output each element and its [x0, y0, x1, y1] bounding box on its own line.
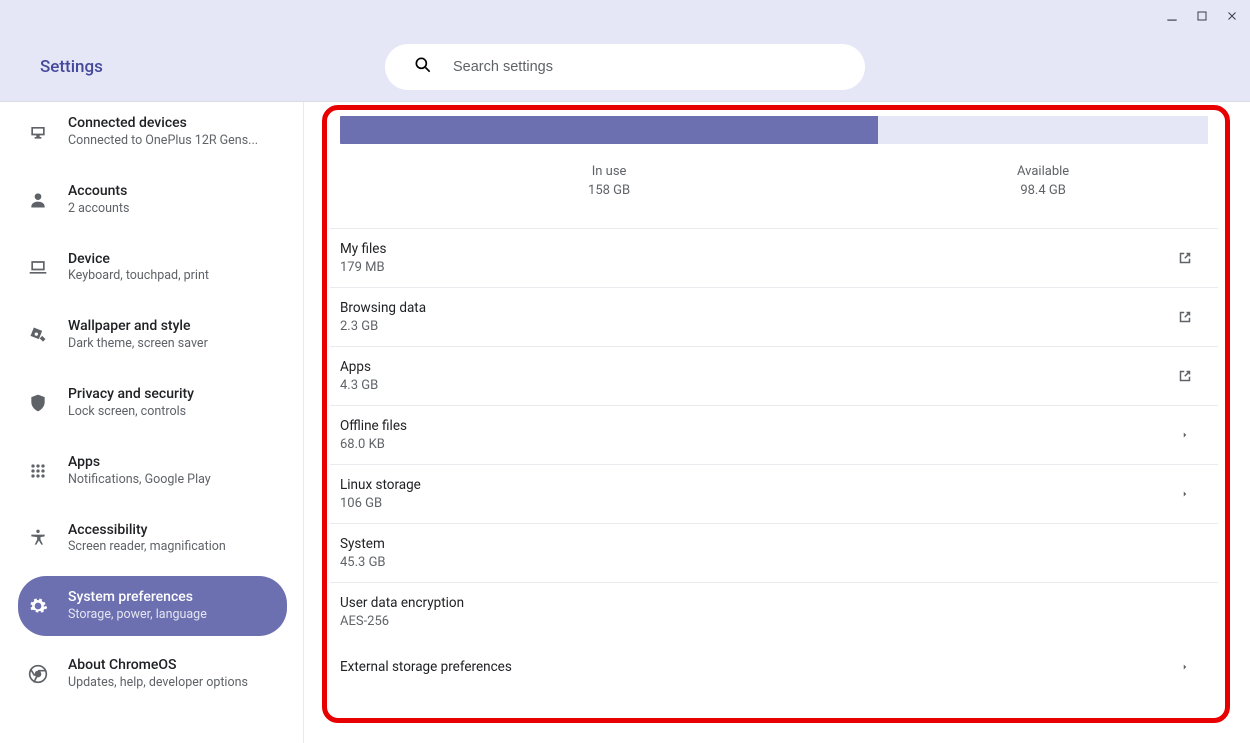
row-title: External storage preferences	[340, 659, 512, 675]
sidebar-item-sub: Lock screen, controls	[68, 404, 194, 421]
row-sub: 2.3 GB	[340, 319, 426, 334]
sidebar-item-label: Privacy and security	[68, 385, 194, 404]
storage-row-encryption: User data encryption AES-256	[330, 583, 1218, 641]
sidebar-item-sub: Screen reader, magnification	[68, 539, 226, 556]
sidebar-item-device[interactable]: DeviceKeyboard, touchpad, print	[18, 238, 287, 298]
row-sub: 68.0 KB	[340, 437, 407, 452]
sidebar-item-label: Apps	[68, 453, 211, 472]
sidebar-item-connected-devices[interactable]: Connected devicesConnected to OnePlus 12…	[18, 102, 287, 162]
row-title: Browsing data	[340, 300, 426, 316]
window-titlebar	[0, 0, 1250, 32]
row-sub: 179 MB	[340, 260, 386, 275]
search-icon	[413, 55, 433, 79]
sidebar-item-privacy[interactable]: Privacy and securityLock screen, control…	[18, 373, 287, 433]
shield-icon	[28, 393, 48, 413]
external-storage-preferences-row[interactable]: External storage preferences	[330, 645, 1218, 688]
window-close-button[interactable]	[1222, 6, 1242, 26]
chevron-right-icon	[1174, 424, 1196, 446]
sidebar-item-sub: Storage, power, language	[68, 607, 207, 624]
sidebar-item-sub: 2 accounts	[68, 201, 129, 218]
storage-row-system: System 45.3 GB	[330, 524, 1218, 583]
search-input[interactable]	[453, 59, 837, 75]
row-sub: 45.3 GB	[340, 555, 386, 570]
window-maximize-button[interactable]	[1192, 6, 1212, 26]
row-title: Apps	[340, 359, 378, 375]
sidebar-item-label: System preferences	[68, 588, 207, 607]
external-link-icon	[1174, 365, 1196, 387]
row-title: Offline files	[340, 418, 407, 434]
available-value: 98.4 GB	[878, 183, 1208, 198]
chrome-icon	[28, 664, 48, 684]
sidebar-item-label: Connected devices	[68, 114, 258, 133]
row-title: System	[340, 536, 386, 552]
sidebar-item-label: Device	[68, 250, 209, 269]
storage-bar-used	[340, 116, 878, 144]
settings-icon	[28, 596, 48, 616]
main-content: In use 158 GB Available 98.4 GB My files…	[304, 102, 1250, 743]
row-sub: 106 GB	[340, 496, 421, 511]
storage-row-apps[interactable]: Apps 4.3 GB	[330, 347, 1218, 406]
sidebar-item-label: Accounts	[68, 182, 129, 201]
storage-bar	[340, 116, 1208, 144]
sidebar-item-sub: Dark theme, screen saver	[68, 336, 208, 353]
sidebar-item-accessibility[interactable]: AccessibilityScreen reader, magnificatio…	[18, 509, 287, 569]
sidebar-item-system-preferences[interactable]: System preferencesStorage, power, langua…	[18, 576, 287, 636]
sidebar-item-label: About ChromeOS	[68, 656, 248, 675]
devices-icon	[28, 122, 48, 142]
app-header: Settings	[0, 32, 1250, 102]
window-minimize-button[interactable]	[1162, 6, 1182, 26]
chevron-right-icon	[1174, 656, 1196, 678]
sidebar: Connected devicesConnected to OnePlus 12…	[0, 102, 304, 743]
sidebar-item-label: Accessibility	[68, 521, 226, 540]
sidebar-item-sub: Connected to OnePlus 12R Gens...	[68, 133, 258, 150]
account-icon	[28, 190, 48, 210]
storage-row-linux-storage[interactable]: Linux storage 106 GB	[330, 465, 1218, 524]
in-use-value: 158 GB	[340, 183, 878, 198]
style-icon	[28, 325, 48, 345]
chevron-right-icon	[1174, 483, 1196, 505]
app-title: Settings	[40, 57, 103, 77]
sidebar-item-accounts[interactable]: Accounts2 accounts	[18, 170, 287, 230]
sidebar-item-wallpaper[interactable]: Wallpaper and styleDark theme, screen sa…	[18, 305, 287, 365]
sidebar-item-label: Wallpaper and style	[68, 317, 208, 336]
row-title: My files	[340, 241, 386, 257]
storage-panel: In use 158 GB Available 98.4 GB My files…	[330, 116, 1218, 641]
apps-icon	[28, 461, 48, 481]
available-label: Available	[878, 164, 1208, 179]
search-container[interactable]	[385, 44, 865, 90]
storage-summary: In use 158 GB Available 98.4 GB	[330, 116, 1218, 229]
sidebar-item-sub: Notifications, Google Play	[68, 472, 211, 489]
storage-row-browsing-data[interactable]: Browsing data 2.3 GB	[330, 288, 1218, 347]
accessibility-icon	[28, 528, 48, 548]
sidebar-item-sub: Updates, help, developer options	[68, 675, 248, 692]
sidebar-item-apps[interactable]: AppsNotifications, Google Play	[18, 441, 287, 501]
sidebar-item-about[interactable]: About ChromeOSUpdates, help, developer o…	[18, 644, 287, 704]
external-link-icon	[1174, 247, 1196, 269]
row-sub: AES-256	[340, 614, 464, 629]
storage-bar-available	[878, 116, 1208, 144]
row-title: User data encryption	[340, 595, 464, 611]
storage-row-my-files[interactable]: My files 179 MB	[330, 229, 1218, 288]
sidebar-item-sub: Keyboard, touchpad, print	[68, 268, 209, 285]
in-use-label: In use	[340, 164, 878, 179]
row-sub: 4.3 GB	[340, 378, 378, 393]
row-title: Linux storage	[340, 477, 421, 493]
storage-row-offline-files[interactable]: Offline files 68.0 KB	[330, 406, 1218, 465]
external-link-icon	[1174, 306, 1196, 328]
laptop-icon	[28, 257, 48, 277]
